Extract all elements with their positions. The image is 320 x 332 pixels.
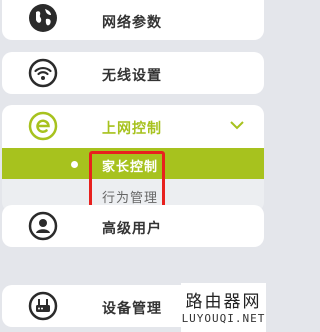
menu-label-advanced-users: 高级用户 xyxy=(102,221,162,237)
active-bullet xyxy=(71,161,78,168)
menu-item-advanced-users[interactable]: 高级用户 xyxy=(2,205,264,247)
menu-item-wireless-settings[interactable]: 无线设置 xyxy=(2,52,264,94)
submenu-item-parental-control[interactable]: 家长控制 xyxy=(2,148,264,179)
menu-label-wireless-settings: 无线设置 xyxy=(102,68,162,84)
internet-control-e-icon xyxy=(28,111,58,141)
site-watermark: 路由器网 LUYOUQI.NET xyxy=(181,283,266,332)
menu-label-internet-control: 上网控制 xyxy=(102,121,162,137)
watermark-title: 路由器网 xyxy=(185,292,262,312)
chevron-down-icon[interactable] xyxy=(230,120,244,130)
wifi-icon xyxy=(28,58,58,88)
user-icon xyxy=(28,211,58,241)
router-icon xyxy=(28,291,58,321)
menu-item-internet-control[interactable]: 上网控制 xyxy=(2,105,264,148)
watermark-url: LUYOUQI.NET xyxy=(181,312,266,325)
globe-icon xyxy=(29,4,57,32)
menu-label-network-params: 网络参数 xyxy=(102,15,162,31)
menu-label-device-management: 设备管理 xyxy=(102,301,162,317)
submenu-label-parental-control: 家长控制 xyxy=(102,160,159,175)
menu-item-network-params[interactable]: 网络参数 xyxy=(2,0,264,40)
submenu-label-behavior-management: 行为管理 xyxy=(102,191,159,206)
